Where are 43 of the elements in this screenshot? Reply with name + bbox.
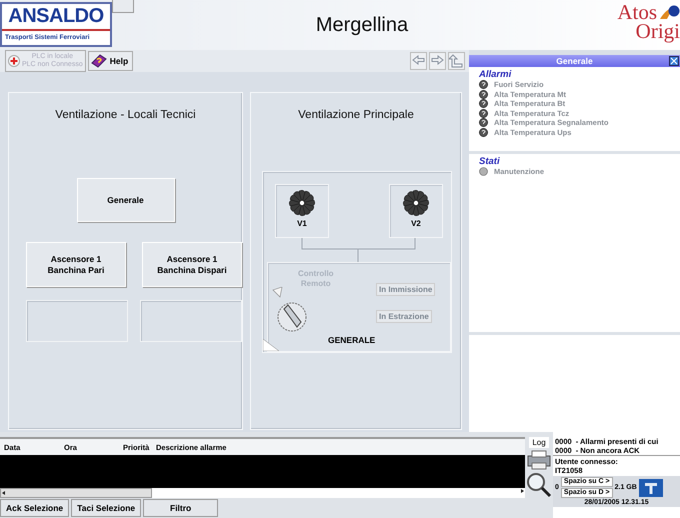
log-button[interactable]: Log <box>529 437 549 448</box>
fan-button[interactable]: V1 <box>275 184 329 238</box>
unknown-status-icon <box>479 128 488 137</box>
up-arrow-icon[interactable] <box>449 54 464 68</box>
unknown-status-icon <box>479 99 488 108</box>
forward-arrow-icon[interactable] <box>430 54 445 68</box>
fan-icon <box>402 189 430 217</box>
panel-title: Ventilazione - Locali Tecnici <box>54 109 197 121</box>
partner-logo-text: Atos <box>617 3 657 22</box>
horizontal-scrollbar[interactable] <box>0 488 525 498</box>
medical-cross-icon <box>8 55 20 67</box>
help-button[interactable]: Help <box>88 51 134 71</box>
log-action-button[interactable]: Taci Selezione <box>71 499 142 517</box>
area-button[interactable]: Ascensore 1 Banchina Dispari <box>142 242 242 287</box>
mode-indicator: In Estrazione <box>376 310 432 323</box>
station-title: Mergellina <box>314 13 410 38</box>
tool-icon[interactable] <box>638 478 663 496</box>
close-icon[interactable] <box>669 56 679 66</box>
printer-icon[interactable] <box>527 450 551 470</box>
back-arrow-icon[interactable] <box>411 54 426 68</box>
fan-icon <box>288 189 316 217</box>
unknown-status-icon <box>479 118 488 128</box>
mode-indicator: In Immissione <box>376 283 436 296</box>
scroll-left-icon[interactable] <box>1 490 7 496</box>
logo-name: ANSALDO <box>2 4 110 31</box>
section-title: Stati <box>479 156 501 167</box>
area-button[interactable]: Generale <box>76 178 174 222</box>
unknown-status-icon <box>479 80 488 90</box>
unknown-status-icon <box>479 108 488 118</box>
fan-button[interactable]: V2 <box>389 184 443 238</box>
status-dot-icon <box>479 167 488 176</box>
log-action-button[interactable]: Ack Selezione <box>0 499 70 517</box>
partner-logo-icon <box>658 3 680 21</box>
partner-logo-text: Origi <box>636 22 680 41</box>
area-button[interactable]: Ascensore 1 Banchina Pari <box>26 242 126 287</box>
switch-caption: GENERALE <box>328 335 376 345</box>
log-action-button[interactable]: Filtro <box>143 499 218 517</box>
panel-header-title: Generale <box>556 56 593 66</box>
unknown-status-icon <box>479 90 488 99</box>
panel-title: Ventilazione Principale <box>297 109 415 121</box>
help-book-icon <box>90 54 107 68</box>
section-title: Allarmi <box>479 69 512 80</box>
magnifier-icon[interactable] <box>526 472 552 498</box>
